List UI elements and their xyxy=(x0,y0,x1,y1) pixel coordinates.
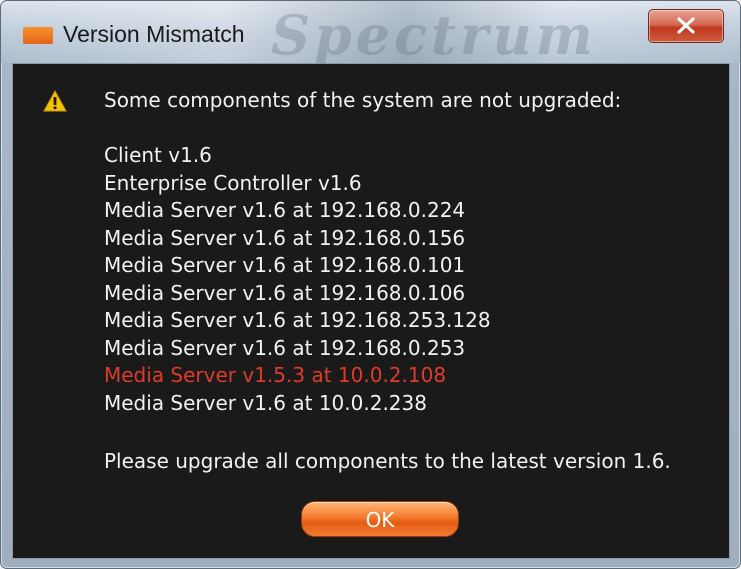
component-item: Media Server v1.6 at 192.168.253.128 xyxy=(104,308,491,332)
window-title: Version Mismatch xyxy=(63,21,245,47)
component-item: Media Server v1.6 at 192.168.0.101 xyxy=(104,253,466,277)
close-button[interactable] xyxy=(648,9,724,43)
component-item: Media Server v1.6 at 192.168.0.224 xyxy=(104,198,466,222)
dialog-content: Some components of the system are not up… xyxy=(12,63,730,559)
component-item-mismatch: Media Server v1.5.3 at 10.0.2.108 xyxy=(104,363,447,387)
ok-button[interactable]: OK xyxy=(301,501,459,537)
component-item: Media Server v1.6 at 192.168.0.253 xyxy=(104,335,466,360)
component-item: Media Server v1.6 at 192.168.0.106 xyxy=(104,280,466,305)
title-bar[interactable]: Spectrum Version Mismatch xyxy=(1,1,740,67)
app-logo-icon xyxy=(23,27,53,44)
component-item: Enterprise Controller v1.6 xyxy=(104,170,362,195)
version-mismatch-dialog: Spectrum Version Mismatch Some component… xyxy=(0,0,741,569)
close-icon xyxy=(677,17,695,34)
component-item: Media Server v1.6 at 10.0.2.238 xyxy=(104,390,427,415)
component-list: Client v1.6 Enterprise Controller v1.6 Med… xyxy=(104,142,491,417)
mismatch-heading: Some components of the system are not up… xyxy=(104,88,622,112)
title-bar-watermark: Spectrum xyxy=(271,3,597,67)
component-item: Media Server v1.6 at 192.168.0.156 xyxy=(104,225,466,250)
upgrade-instruction: Please upgrade all components to the lat… xyxy=(104,449,671,473)
component-item: Client v1.6 xyxy=(104,143,212,167)
warning-icon xyxy=(43,90,67,112)
